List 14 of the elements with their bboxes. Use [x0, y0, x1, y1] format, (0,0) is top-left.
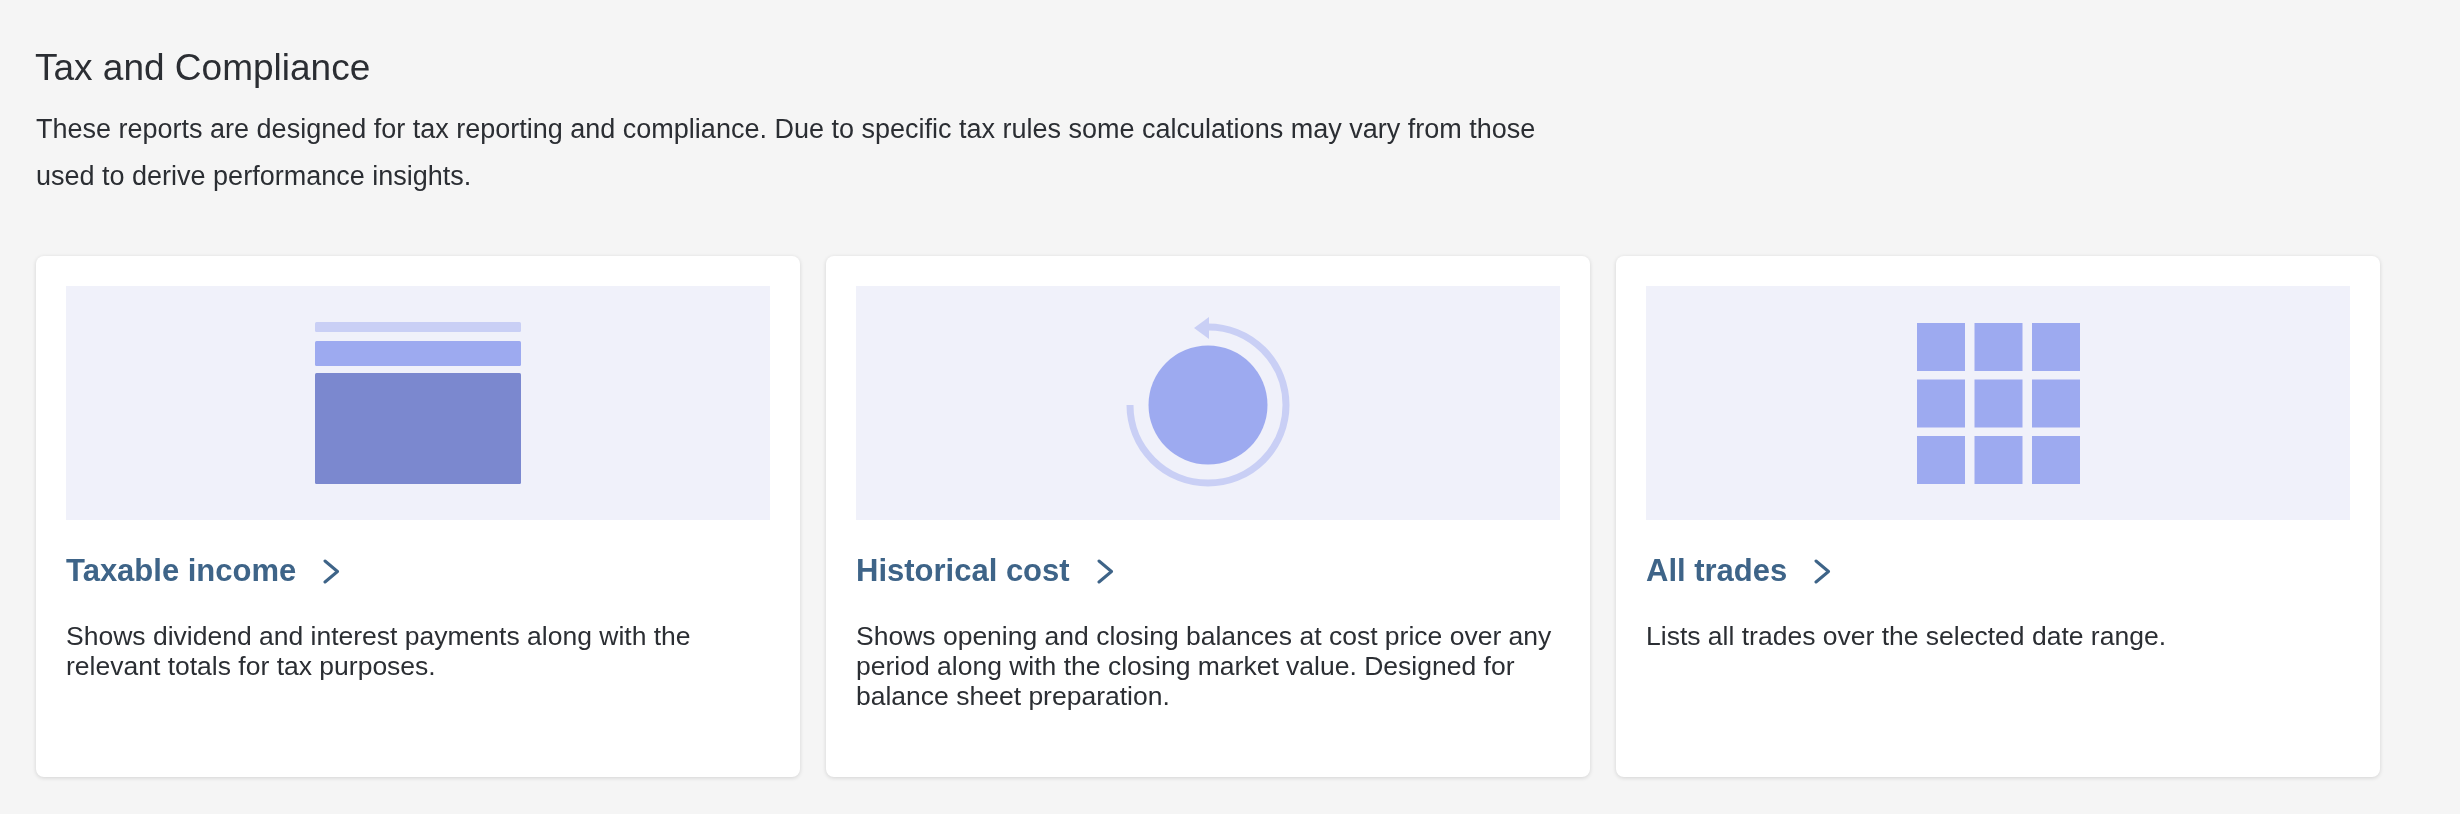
report-description: Shows opening and closing balances at cost price over any period along with the closing market value. Designed for balance sheet preparation. — [856, 621, 1553, 711]
report-link[interactable]: Taxable income — [66, 553, 341, 589]
circle-arrow-icon — [1124, 317, 1292, 489]
chevron-right-icon — [323, 558, 341, 584]
chevron-right-icon — [1096, 558, 1114, 584]
page-title: Tax and Compliance — [35, 47, 371, 89]
page-description: These reports are designed for tax reporting and compliance. Due to specific tax rules some calculations may vary from those used to derive performance insights. — [36, 113, 1537, 193]
report-description: Shows dividend and interest payments along with the relevant totals for tax purposes. — [66, 621, 692, 681]
layout-icon — [315, 322, 521, 484]
chevron-right-icon — [1814, 558, 1832, 584]
report-link[interactable]: Historical cost — [856, 553, 1114, 589]
report-link[interactable]: All trades — [1646, 553, 1832, 589]
grid-icon — [1916, 322, 2080, 484]
report-description: Lists all trades over the selected date range. — [1646, 621, 2167, 651]
